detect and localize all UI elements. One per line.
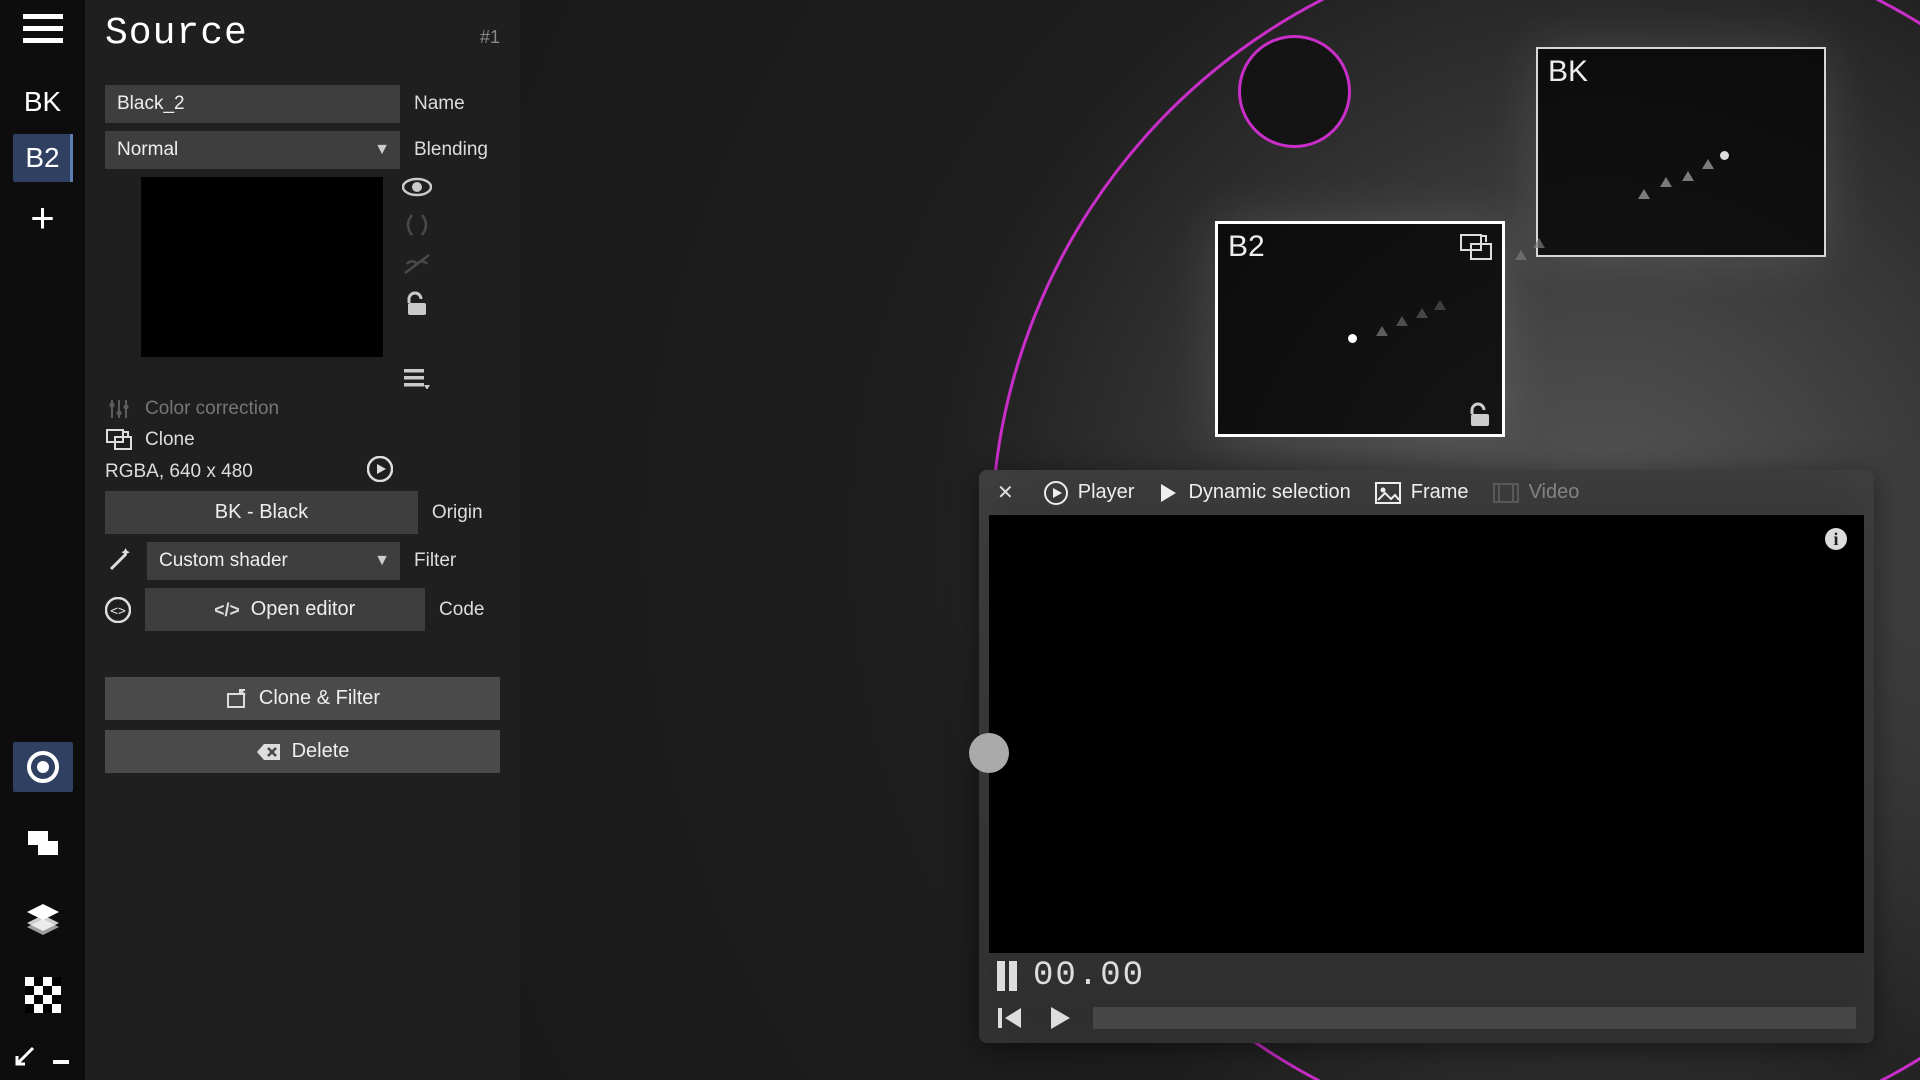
properties-panel: Source #1 Name Normal ▼ Blending Color c… [85, 0, 520, 1080]
sidebar-source-bk[interactable]: BK [13, 78, 73, 126]
transform-tool[interactable] [13, 818, 73, 868]
origin-label: Origin [432, 502, 500, 524]
clone-and-filter-button[interactable]: Clone & Filter [105, 677, 500, 720]
player-panel: ✕ Player Dynamic selection Frame Video i [979, 470, 1874, 1043]
video-preview[interactable]: i [989, 515, 1864, 953]
clone-icon [105, 429, 133, 451]
mirror-icon[interactable] [403, 213, 431, 237]
collapse-icon[interactable] [15, 1046, 35, 1066]
filter-select[interactable]: Custom shader ▼ [147, 542, 400, 580]
rewind-button[interactable] [997, 1006, 1027, 1030]
code-value: Open editor [251, 598, 356, 621]
center-node[interactable] [1238, 35, 1351, 148]
image-icon [1375, 482, 1401, 504]
timeline-track[interactable] [1093, 1007, 1856, 1029]
tab-player[interactable]: Player [1044, 481, 1135, 505]
blending-label: Blending [414, 139, 500, 161]
svg-text:</>: </> [215, 600, 239, 620]
blending-value: Normal [117, 139, 178, 161]
node-label: BK [1548, 55, 1588, 89]
code-icon[interactable]: <> [105, 597, 131, 623]
filter-value: Custom shader [159, 550, 288, 572]
sliders-icon [105, 397, 133, 421]
checker-tool[interactable] [13, 970, 73, 1020]
chevron-down-icon: ▼ [374, 552, 390, 570]
source-label: B2 [25, 142, 59, 174]
drag-handle[interactable] [969, 733, 1009, 773]
tab-label: Player [1078, 481, 1135, 504]
workspace-canvas[interactable]: BK B2 ✕ Player [520, 0, 1920, 1080]
play-circle-icon [1044, 481, 1068, 505]
clone-label: Clone [145, 429, 195, 451]
node-bk[interactable]: BK [1536, 47, 1826, 257]
source-preview [141, 177, 383, 357]
delete-label: Delete [292, 740, 350, 763]
play-small-icon[interactable] [360, 456, 400, 482]
tab-label: Dynamic selection [1188, 481, 1350, 504]
film-icon [1493, 483, 1519, 503]
source-info: RGBA, 640 x 480 [105, 461, 346, 483]
tab-label: Video [1529, 481, 1580, 504]
backspace-icon [256, 742, 282, 762]
panel-index: #1 [480, 27, 500, 48]
sidebar-source-b2[interactable]: B2 [13, 134, 73, 182]
pause-icon [997, 961, 1017, 991]
name-input[interactable] [105, 85, 400, 123]
code-brackets-icon: </> [215, 600, 239, 620]
tab-frame[interactable]: Frame [1375, 481, 1469, 504]
svg-text:i: i [1833, 529, 1838, 549]
source-label: BK [24, 86, 61, 118]
play-icon [1158, 482, 1178, 504]
add-source-button[interactable]: + [30, 194, 55, 242]
tab-label: Frame [1411, 481, 1469, 504]
blending-select[interactable]: Normal ▼ [105, 131, 400, 169]
timecode: 00.00 [1033, 957, 1145, 995]
name-label: Name [414, 93, 500, 115]
origin-button[interactable]: BK - Black [105, 491, 418, 534]
tab-video: Video [1493, 481, 1580, 504]
filter-label: Filter [414, 550, 500, 572]
delete-button[interactable]: Delete [105, 730, 500, 773]
close-icon[interactable]: ✕ [997, 480, 1014, 505]
visibility-icon[interactable] [402, 177, 432, 197]
node-label: B2 [1228, 230, 1265, 264]
clone-filter-label: Clone & Filter [259, 687, 380, 710]
node-b2[interactable]: B2 [1215, 221, 1505, 437]
minimize-icon[interactable] [51, 1046, 71, 1066]
chevron-down-icon: ▼ [374, 141, 390, 159]
code-label: Code [439, 599, 500, 621]
unlock-icon[interactable] [404, 291, 430, 317]
color-correction-label: Color correction [145, 398, 279, 420]
link-icon [1460, 234, 1492, 260]
layers-tool[interactable] [13, 894, 73, 944]
svg-text:<>: <> [110, 604, 126, 619]
play-button[interactable] [1047, 1005, 1073, 1031]
info-icon[interactable]: i [1824, 527, 1848, 551]
open-editor-button[interactable]: </> Open editor [145, 588, 425, 631]
panel-title: Source [105, 12, 248, 55]
menu-button[interactable] [23, 12, 63, 46]
link-off-icon[interactable] [403, 253, 431, 275]
magic-wand-icon[interactable] [105, 548, 133, 574]
menu-list-icon[interactable] [404, 367, 430, 389]
unlock-icon [1466, 402, 1494, 428]
tab-dynamic-selection[interactable]: Dynamic selection [1158, 481, 1350, 504]
target-tool[interactable] [13, 742, 73, 792]
origin-value: BK - Black [215, 501, 308, 524]
share-icon [225, 688, 249, 710]
